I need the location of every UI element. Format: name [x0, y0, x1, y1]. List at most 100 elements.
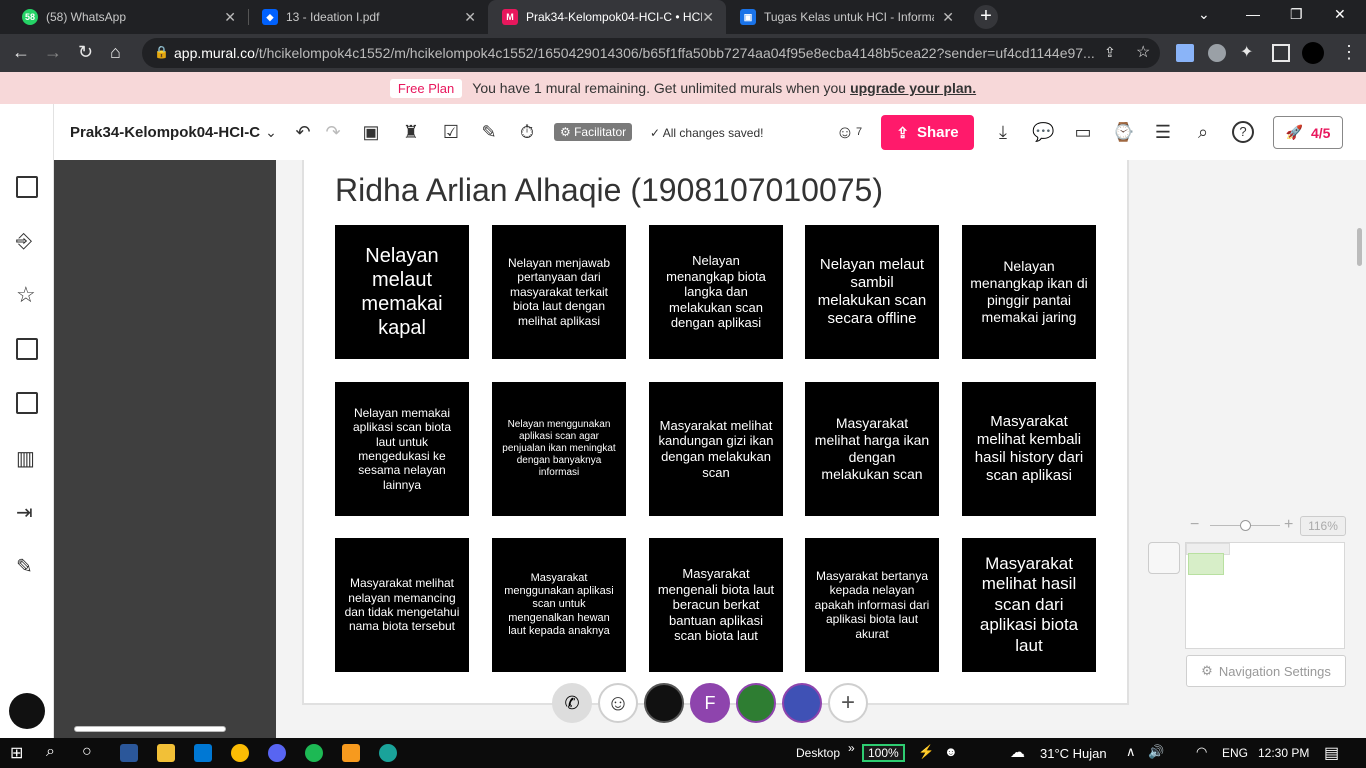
sticky-note[interactable]: Masyarakat bertanya kepada nelayan apaka… [805, 538, 939, 672]
desktop-label[interactable]: Desktop [796, 746, 840, 760]
vertical-scrollbar[interactable] [1357, 228, 1362, 266]
timer-icon[interactable]: ⏱ [516, 121, 538, 143]
navigation-settings-button[interactable]: ⚙ Navigation Settings [1186, 655, 1346, 687]
redo-icon[interactable]: ↷ [322, 121, 344, 143]
minimap-viewport[interactable] [1188, 553, 1224, 575]
sticky-note-icon[interactable] [16, 176, 38, 198]
tab-mural[interactable]: M Prak34-Kelompok04-HCI-C • HCI ✕ [488, 0, 726, 34]
account-avatar[interactable] [9, 693, 45, 729]
new-tab-button[interactable]: + [974, 5, 998, 29]
share-page-icon[interactable]: ⇪ [1104, 44, 1116, 61]
task-view-icon[interactable]: ○ [82, 743, 92, 761]
magic-wand-icon[interactable]: ✎ [478, 121, 500, 143]
forward-icon[interactable]: → [44, 42, 62, 63]
side-panel-icon[interactable] [1272, 44, 1290, 62]
wifi-icon[interactable]: ◠ [1196, 744, 1207, 760]
invite-icon[interactable]: + [828, 683, 868, 723]
image-icon[interactable] [16, 392, 38, 414]
spotify-icon[interactable] [305, 744, 323, 762]
file-explorer-icon[interactable] [157, 744, 175, 762]
weather-icon[interactable]: ☁ [1010, 743, 1025, 761]
call-icon[interactable]: ✆ [552, 683, 592, 723]
minimize-icon[interactable]: — [1246, 6, 1260, 22]
checklist-icon[interactable]: ☑ [440, 121, 462, 143]
help-icon[interactable]: ? [1232, 121, 1254, 143]
clock[interactable]: 12:30 PM [1258, 746, 1309, 760]
comments-icon[interactable]: 💬 [1032, 121, 1054, 143]
outline-icon[interactable]: ☰ [1152, 121, 1174, 143]
star-icon[interactable]: ☆ [16, 282, 38, 307]
close-tab-icon[interactable]: ✕ [224, 9, 236, 26]
sticky-note[interactable]: Nelayan menjawab pertanyaan dari masyara… [492, 225, 626, 359]
hand-tool-icon[interactable] [1148, 542, 1180, 574]
close-tab-icon[interactable]: ✕ [464, 9, 476, 26]
share-button[interactable]: ⇪ Share [881, 115, 974, 150]
tab-classroom[interactable]: ▣ Tugas Kelas untuk HCI - Informat ✕ [726, 0, 966, 34]
library-icon[interactable]: ▥ [16, 446, 38, 470]
chevron-up-icon[interactable]: ∧ [1126, 744, 1136, 760]
sticky-note[interactable]: Masyarakat melihat kandungan gizi ikan d… [649, 382, 783, 516]
chrome-icon[interactable] [231, 744, 249, 762]
zoom-level[interactable]: 116% [1300, 516, 1346, 536]
word-icon[interactable] [120, 744, 138, 762]
horizontal-scrollbar[interactable] [74, 726, 226, 732]
sticky-note[interactable]: Nelayan menggunakan aplikasi scan agar p… [492, 382, 626, 516]
battery-indicator[interactable]: 100% [862, 744, 905, 762]
puzzle-icon[interactable]: ✦ [1240, 42, 1253, 62]
collaborator-avatar[interactable] [736, 683, 776, 723]
search-icon[interactable]: ⌕ [1192, 121, 1214, 143]
sticky-note[interactable]: Masyarakat mengenali biota laut beracun … [649, 538, 783, 672]
address-bar[interactable]: 🔒 app.mural.co/t/hcikelompok4c1552/m/hci… [142, 38, 1160, 68]
people-icon[interactable]: ☻ [944, 744, 958, 759]
chevron-down-icon[interactable]: ⌄ [260, 121, 282, 143]
zoom-slider-handle[interactable] [1240, 520, 1251, 531]
restore-icon[interactable]: ❐ [1290, 6, 1303, 23]
home-icon[interactable]: ⌂ [110, 42, 121, 63]
tab-pdf[interactable]: ◆ 13 - Ideation I.pdf ✕ [248, 0, 488, 34]
windows-start-icon[interactable]: ⊞ [10, 743, 23, 763]
sticky-note[interactable]: Masyarakat melihat hasil scan dari aplik… [962, 538, 1096, 672]
onboarding-progress-button[interactable]: 🚀 4/5 [1273, 116, 1343, 149]
pen-icon[interactable]: ✎ [16, 554, 38, 578]
sublime-icon[interactable] [342, 744, 360, 762]
collaborator-avatar[interactable] [644, 683, 684, 723]
menu-icon[interactable]: ⋮ [1340, 42, 1358, 63]
mural-title[interactable]: Prak34-Kelompok04-HCI-C [70, 124, 260, 141]
sticky-note[interactable]: Masyarakat melihat harga ikan dengan mel… [805, 382, 939, 516]
sticky-note-tool-icon[interactable]: ▣ [360, 121, 382, 143]
facilitator-badge[interactable]: ⚙ Facilitator [554, 123, 633, 141]
app-icon[interactable] [379, 744, 397, 762]
sticky-note[interactable]: Masyarakat melihat kembali hasil history… [962, 382, 1096, 516]
volume-icon[interactable]: 🔊 [1148, 744, 1164, 760]
tab-whatsapp[interactable]: 58 (58) WhatsApp ✕ [8, 0, 248, 34]
vscode-icon[interactable] [194, 744, 212, 762]
sticky-note[interactable]: Nelayan melaut memakai kapal [335, 225, 469, 359]
download-extension-icon[interactable] [1176, 44, 1194, 62]
sticky-note[interactable]: Nelayan melaut sambil melakukan scan sec… [805, 225, 939, 359]
text-shapes-icon[interactable]: ⎆ [16, 230, 38, 252]
frameworks-icon[interactable] [16, 338, 38, 360]
chevron-right-icon[interactable]: » [848, 741, 855, 755]
search-icon[interactable]: ⌕ [46, 743, 55, 761]
sticky-note[interactable]: Nelayan menangkap ikan di pinggir pantai… [962, 225, 1096, 359]
sticky-note[interactable]: Nelayan memakai aplikasi scan biota laut… [335, 382, 469, 516]
profile-avatar[interactable] [1302, 42, 1324, 64]
language-label[interactable]: ENG [1222, 746, 1248, 760]
upgrade-link[interactable]: upgrade your plan. [850, 80, 976, 96]
voting-icon[interactable]: ♜ [400, 121, 422, 143]
notification-icon[interactable]: ▤ [1324, 743, 1339, 763]
activity-icon[interactable]: ⌚ [1112, 121, 1134, 143]
close-window-icon[interactable]: ✕ [1334, 6, 1346, 23]
download-icon[interactable]: ⤓ [992, 121, 1014, 143]
minimap[interactable] [1185, 542, 1345, 649]
sticky-note[interactable]: Masyarakat melihat nelayan memancing dan… [335, 538, 469, 672]
board-owner-title[interactable]: Ridha Arlian Alhaqie (1908107010075) [335, 172, 883, 209]
sticky-note[interactable]: Nelayan menangkap biota langka dan melak… [649, 225, 783, 359]
chat-icon[interactable]: ▭ [1072, 121, 1094, 143]
collaborator-avatar[interactable] [782, 683, 822, 723]
reload-icon[interactable]: ↻ [78, 42, 93, 63]
zoom-out-icon[interactable]: − [1190, 516, 1199, 534]
user-icon[interactable]: ☺ [834, 121, 856, 143]
collaborator-avatar[interactable]: F [690, 683, 730, 723]
zoom-in-icon[interactable]: + [1284, 516, 1293, 534]
